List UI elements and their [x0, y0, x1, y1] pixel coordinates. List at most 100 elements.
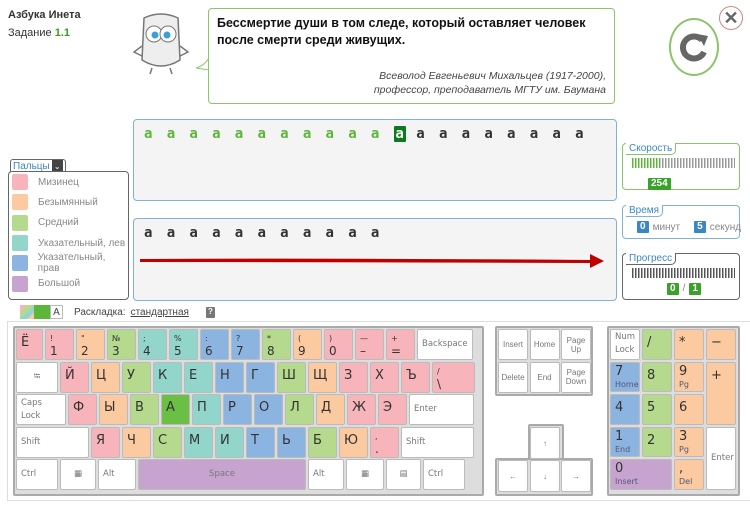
key[interactable]: Ч	[122, 426, 151, 458]
key[interactable]: Ctrl	[16, 459, 58, 491]
key[interactable]: У	[122, 361, 151, 393]
help-icon[interactable]: ?	[205, 306, 215, 318]
key[interactable]: Ы	[99, 394, 128, 426]
key[interactable]: Caps Lock	[16, 394, 66, 426]
key[interactable]: Р	[223, 394, 252, 426]
key[interactable]: Space	[138, 459, 306, 491]
key[interactable]: *	[674, 329, 704, 360]
key[interactable]: В	[130, 394, 159, 426]
color-mode-button[interactable]	[20, 305, 34, 319]
key[interactable]: Num Lock	[610, 329, 640, 360]
typed-text-box[interactable]: aaaaaaaaaaa	[133, 218, 617, 301]
key[interactable]: ? 7	[231, 329, 260, 360]
legend-item: Средний	[9, 213, 128, 233]
key[interactable]: ↓	[530, 460, 560, 492]
key[interactable]: ▦	[60, 459, 96, 491]
key[interactable]: 7 Home	[610, 361, 640, 393]
key[interactable]: Delete	[498, 361, 528, 393]
key[interactable]: Э	[378, 394, 407, 426]
key[interactable]: ,.	[370, 426, 399, 458]
key[interactable]: Ф	[68, 394, 97, 426]
key[interactable]: ↑	[530, 427, 560, 459]
key-label: ▤	[399, 469, 408, 480]
key[interactable]: / \	[432, 361, 475, 393]
key[interactable]: Ctrl	[423, 459, 465, 491]
key[interactable]: З	[339, 361, 368, 393]
key[interactable]: Page Down	[561, 361, 591, 393]
key[interactable]: Insert	[498, 329, 528, 360]
green-mode-button[interactable]	[34, 305, 50, 319]
key[interactable]: Ц	[91, 361, 120, 393]
key[interactable]: +	[706, 361, 736, 425]
key[interactable]: 4	[610, 394, 640, 425]
key[interactable]: Г	[246, 361, 275, 393]
key[interactable]: К	[153, 361, 182, 393]
key-label: Л	[290, 400, 300, 416]
key[interactable]: ⭾	[16, 361, 58, 393]
key[interactable]: ; 4	[138, 329, 167, 360]
key[interactable]: ▦	[346, 459, 384, 491]
key[interactable]: :6	[200, 329, 229, 360]
key[interactable]: * 8	[262, 329, 291, 360]
key[interactable]: " 2	[76, 329, 105, 360]
key[interactable]: Shift	[401, 426, 474, 458]
key[interactable]: Ъ	[401, 361, 430, 393]
key[interactable]: Е	[184, 361, 213, 393]
key[interactable]: П	[192, 394, 221, 426]
key[interactable]: ! 1	[45, 329, 74, 360]
key-label: Home	[533, 340, 556, 349]
key[interactable]: О	[254, 394, 283, 426]
layout-link[interactable]: стандартная	[131, 307, 189, 318]
key[interactable]: Т	[246, 426, 275, 458]
key[interactable]: А	[161, 394, 190, 426]
key[interactable]: № 3	[107, 329, 136, 360]
key[interactable]: Б	[308, 426, 337, 458]
key[interactable]: Й	[60, 361, 89, 393]
key[interactable]: (9	[293, 329, 322, 360]
key[interactable]: Shift	[16, 426, 89, 458]
key[interactable]: М	[184, 426, 213, 458]
key[interactable]: + =	[386, 329, 415, 360]
key[interactable]: Я	[91, 426, 120, 458]
key[interactable]: ←	[498, 460, 528, 492]
key[interactable]: ▤	[386, 459, 421, 491]
key[interactable]: 6	[674, 394, 704, 425]
key[interactable]: 5	[642, 394, 672, 425]
key[interactable]: % 5	[169, 329, 198, 360]
key[interactable]: ) 0	[324, 329, 353, 360]
key[interactable]: Л	[285, 394, 314, 426]
key[interactable]: 1 End	[610, 426, 640, 458]
key[interactable]: Щ	[308, 361, 337, 393]
key[interactable]: /	[642, 329, 672, 360]
key[interactable]: Ю	[339, 426, 368, 458]
key[interactable]: Page Up	[561, 329, 591, 360]
key[interactable]: 9Pg Up	[674, 361, 704, 402]
close-button[interactable]: ✕	[719, 6, 743, 30]
restart-button[interactable]	[669, 18, 719, 76]
key[interactable]: Ш	[277, 361, 306, 393]
key[interactable]: , Del	[674, 459, 704, 490]
key[interactable]: Home	[529, 329, 560, 360]
letter-mode-button[interactable]: А	[50, 305, 63, 319]
key[interactable]: End	[529, 361, 560, 393]
key[interactable]: Ь	[277, 426, 306, 458]
key[interactable]: Alt	[308, 459, 344, 491]
key[interactable]: Backspace	[417, 329, 473, 360]
key[interactable]: 8	[642, 361, 672, 393]
key[interactable]: Ё	[16, 329, 43, 360]
key[interactable]: 2	[642, 426, 672, 458]
key[interactable]: И	[215, 426, 244, 458]
key[interactable]: С	[153, 426, 182, 458]
key[interactable]: Ж	[347, 394, 376, 426]
key[interactable]: Enter	[706, 426, 736, 490]
key[interactable]: Н	[215, 361, 244, 393]
key[interactable]: — –	[355, 329, 384, 360]
key[interactable]: Alt	[98, 459, 136, 491]
key[interactable]: Д	[316, 394, 345, 426]
key[interactable]: −	[706, 329, 736, 360]
key[interactable]: Enter	[409, 394, 474, 426]
key[interactable]: 0 Insert	[610, 459, 672, 490]
key[interactable]: 3Pg Dn	[674, 426, 704, 467]
key[interactable]: →	[561, 460, 591, 492]
key[interactable]: Х	[370, 361, 399, 393]
